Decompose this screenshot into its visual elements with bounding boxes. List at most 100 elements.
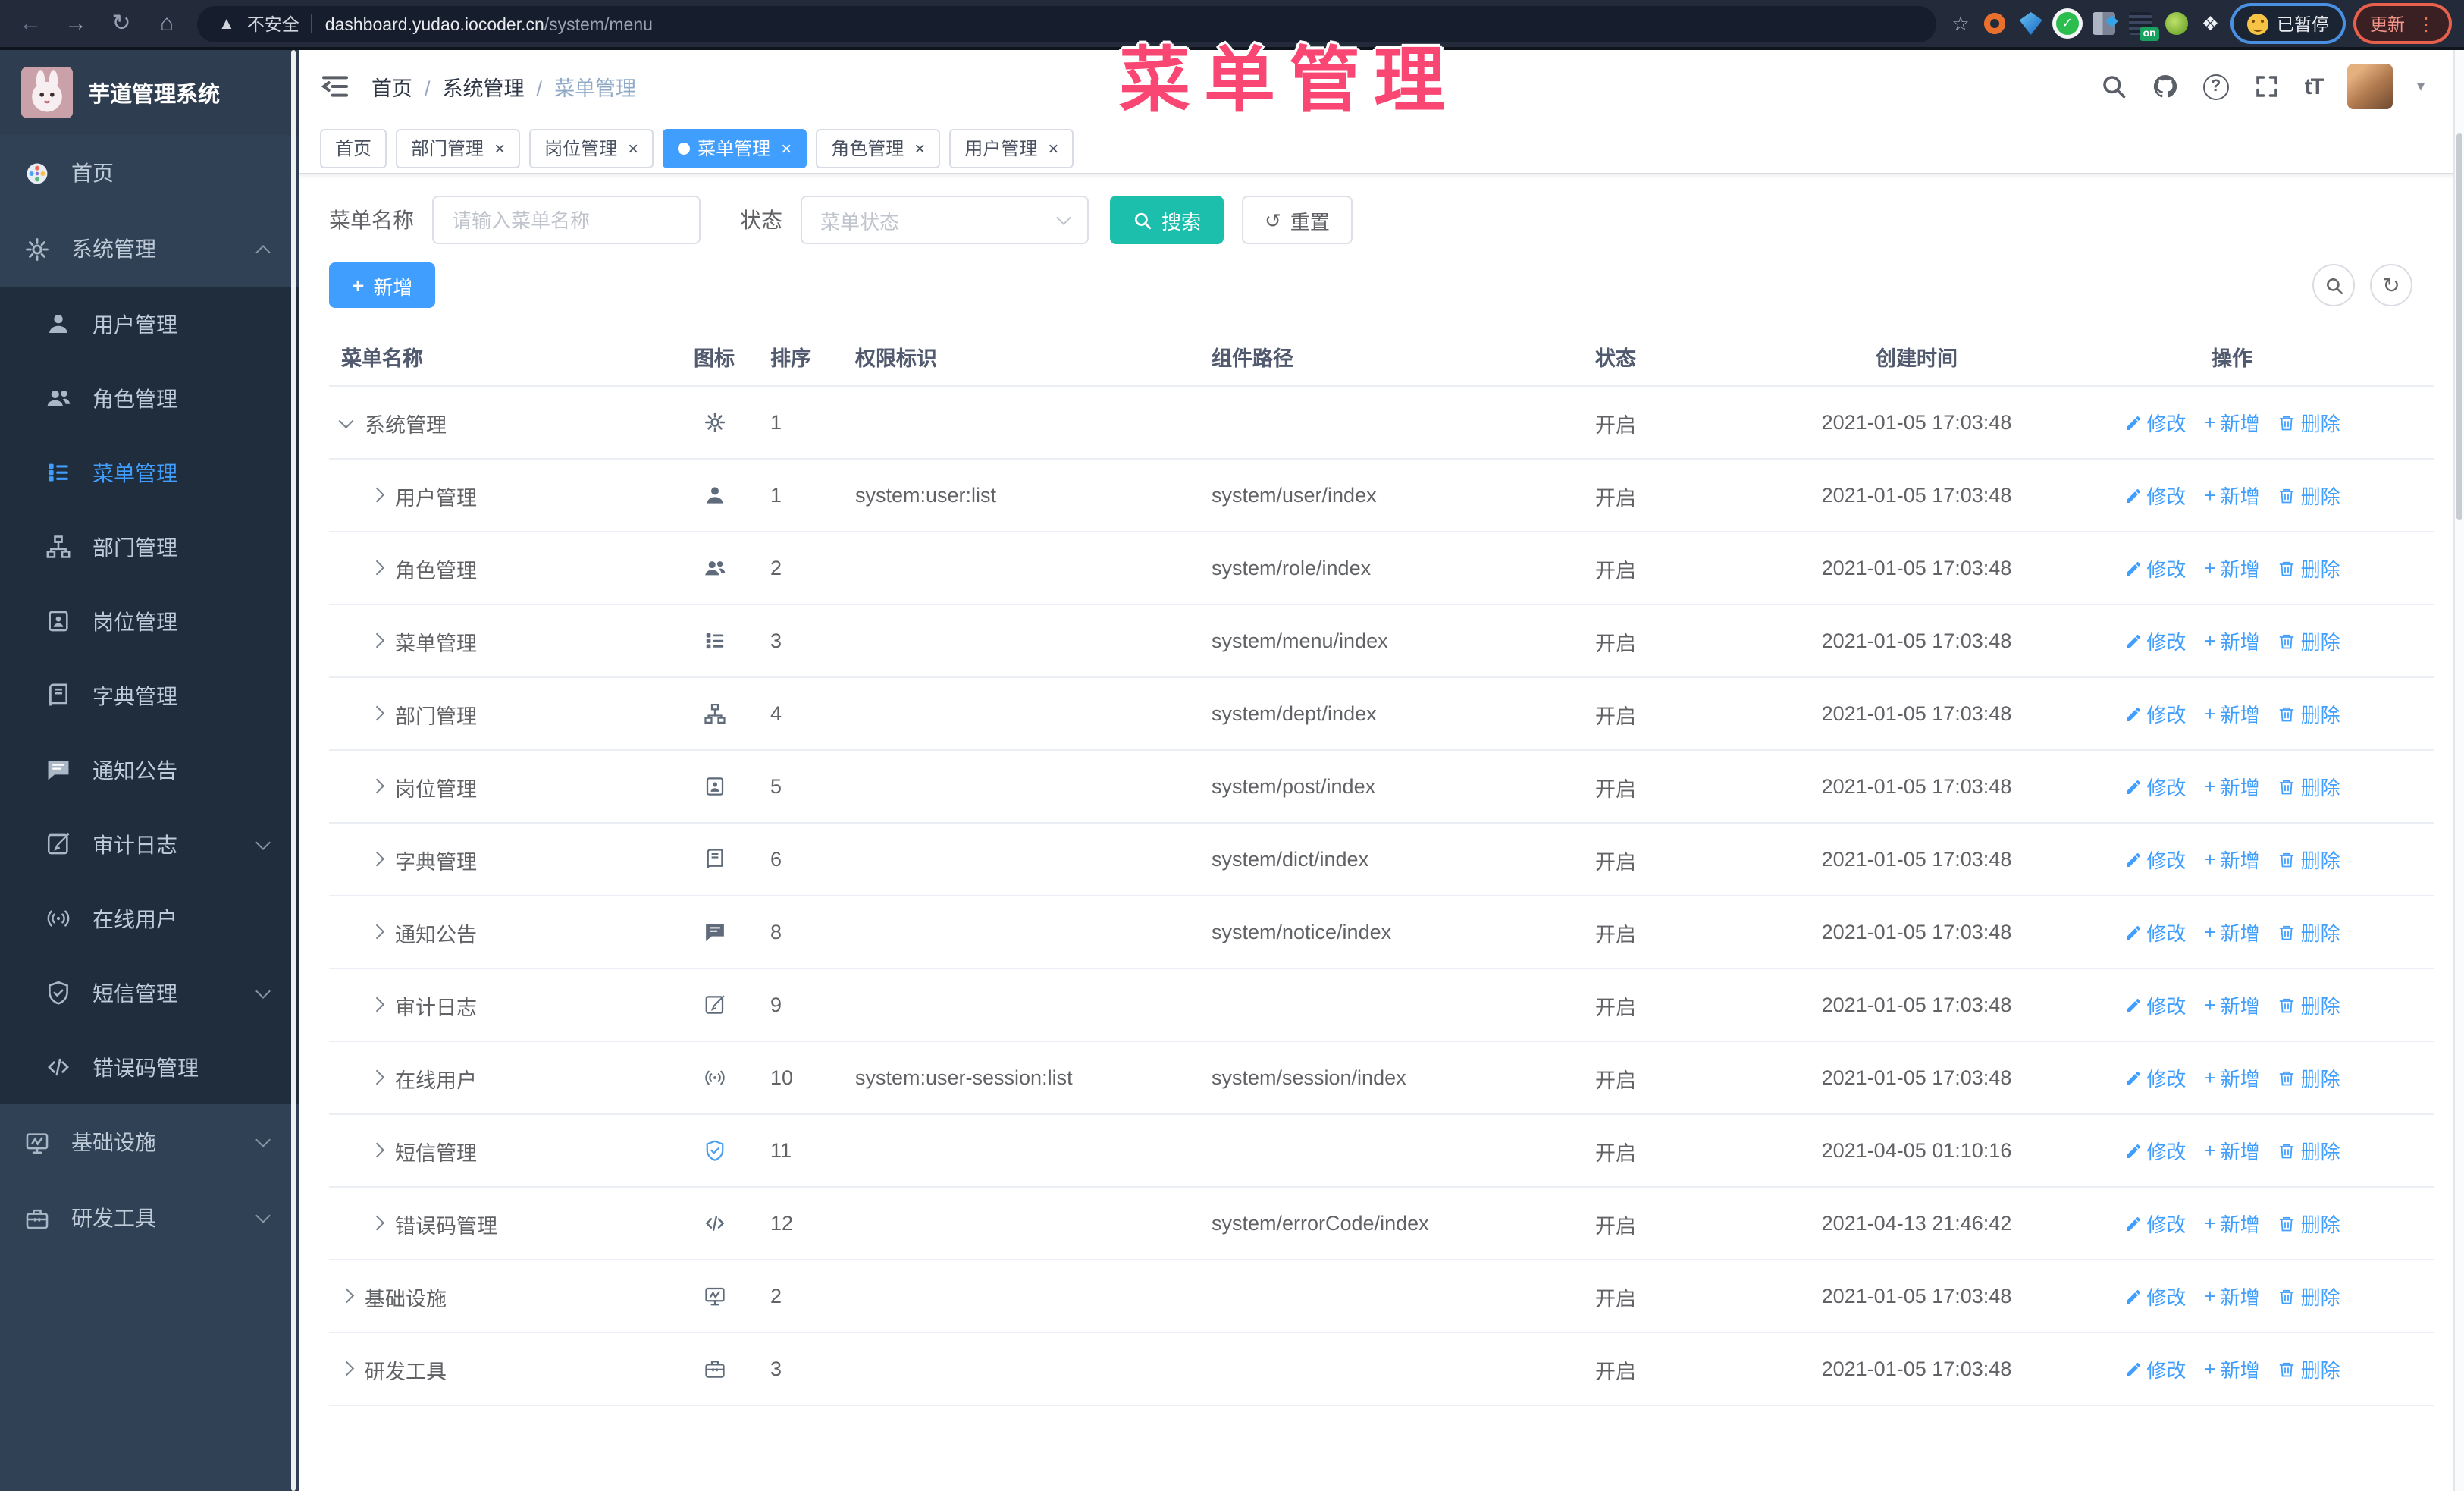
close-tab-icon[interactable]: × (914, 139, 925, 157)
reset-button[interactable]: ↺ 重置 (1242, 196, 1353, 244)
expand-arrow-icon[interactable] (339, 1289, 353, 1304)
delete-link[interactable]: 删除 (2278, 1354, 2340, 1383)
delete-link[interactable]: 删除 (2278, 1282, 2340, 1311)
edit-link[interactable]: 修改 (2124, 481, 2186, 510)
edit-link[interactable]: 修改 (2124, 1063, 2186, 1092)
edit-link[interactable]: 修改 (2124, 1282, 2186, 1311)
expand-arrow-icon[interactable] (369, 1070, 384, 1085)
sidebar-item[interactable]: 首页 (0, 135, 299, 211)
sidebar-item[interactable]: 在线用户 (0, 881, 299, 956)
tab[interactable]: 部门管理 × (396, 128, 521, 168)
edit-link[interactable]: 修改 (2124, 990, 2186, 1019)
browser-reload-icon[interactable]: ↻ (106, 8, 136, 39)
delete-link[interactable]: 删除 (2278, 408, 2340, 437)
font-size-icon[interactable]: tT (2305, 74, 2324, 99)
sidebar-item[interactable]: 字典管理 (0, 658, 299, 733)
expand-arrow-icon[interactable] (339, 1361, 353, 1376)
delete-link[interactable]: 删除 (2278, 554, 2340, 582)
add-child-link[interactable]: + 新增 (2204, 990, 2259, 1019)
delete-link[interactable]: 删除 (2278, 1209, 2340, 1238)
avatar-caret-icon[interactable]: ▾ (2417, 78, 2425, 95)
expand-arrow-icon[interactable] (369, 1216, 384, 1231)
delete-link[interactable]: 删除 (2278, 626, 2340, 655)
extension-adblock-icon[interactable] (1983, 12, 2006, 35)
delete-link[interactable]: 删除 (2278, 1136, 2340, 1165)
sidebar-item[interactable]: 岗位管理 (0, 584, 299, 658)
extension-gem-icon[interactable] (2019, 12, 2042, 35)
user-avatar[interactable] (2346, 64, 2393, 109)
sidebar-scrollbar[interactable] (291, 50, 296, 1491)
add-child-link[interactable]: + 新增 (2204, 1354, 2259, 1383)
github-icon[interactable] (2152, 73, 2179, 100)
page-scrollbar[interactable] (2453, 50, 2464, 1491)
expand-arrow-icon[interactable] (369, 924, 384, 940)
edit-link[interactable]: 修改 (2124, 699, 2186, 728)
close-tab-icon[interactable]: × (781, 139, 792, 157)
breadcrumb-item[interactable]: 菜单管理 (554, 71, 636, 102)
edit-link[interactable]: 修改 (2124, 1209, 2186, 1238)
edit-link[interactable]: 修改 (2124, 1354, 2186, 1383)
refresh-table-button[interactable]: ↻ (2370, 264, 2412, 306)
sidebar-item[interactable]: 错误码管理 (0, 1030, 299, 1104)
expand-arrow-icon[interactable] (369, 706, 384, 721)
tab[interactable]: 角色管理 × (816, 128, 941, 168)
tab[interactable]: 用户管理 × (949, 128, 1074, 168)
sidebar-item[interactable]: 菜单管理 (0, 435, 299, 510)
toggle-search-button[interactable] (2312, 264, 2355, 306)
breadcrumb-item[interactable]: 系统管理 (443, 71, 555, 102)
add-child-link[interactable]: + 新增 (2204, 1136, 2259, 1165)
extension-search-icon[interactable] (2165, 12, 2188, 35)
sidebar-item[interactable]: 用户管理 (0, 287, 299, 361)
sidebar-item[interactable]: 系统管理 (0, 211, 299, 287)
app-logo[interactable]: 芋道管理系统 (0, 50, 299, 135)
close-tab-icon[interactable]: × (1048, 139, 1058, 157)
delete-link[interactable]: 删除 (2278, 699, 2340, 728)
help-icon[interactable]: ? (2202, 74, 2229, 99)
collapse-sidebar-icon[interactable] (320, 71, 350, 102)
tab[interactable]: 菜单管理 × (663, 128, 807, 168)
sidebar-item[interactable]: 基础设施 (0, 1104, 299, 1180)
sidebar-item[interactable]: 短信管理 (0, 956, 299, 1030)
kebab-menu-icon[interactable]: ⋮ (2417, 14, 2435, 33)
edit-link[interactable]: 修改 (2124, 408, 2186, 437)
expand-arrow-icon[interactable] (369, 997, 384, 1012)
add-child-link[interactable]: + 新增 (2204, 481, 2259, 510)
delete-link[interactable]: 删除 (2278, 481, 2340, 510)
expand-arrow-icon[interactable] (369, 560, 384, 576)
sidebar-item[interactable]: 研发工具 (0, 1180, 299, 1256)
menu-name-input[interactable] (432, 196, 701, 244)
add-child-link[interactable]: + 新增 (2204, 772, 2259, 801)
add-child-link[interactable]: + 新增 (2204, 918, 2259, 946)
delete-link[interactable]: 删除 (2278, 990, 2340, 1019)
edit-link[interactable]: 修改 (2124, 845, 2186, 874)
add-child-link[interactable]: + 新增 (2204, 1282, 2259, 1311)
add-child-link[interactable]: + 新增 (2204, 845, 2259, 874)
expand-arrow-icon[interactable] (339, 413, 353, 428)
bookmark-star-icon[interactable]: ☆ (1951, 11, 1969, 36)
sidebar-item[interactable]: 通知公告 (0, 733, 299, 807)
sidebar-item[interactable]: 部门管理 (0, 510, 299, 584)
tab[interactable]: 首页 (320, 128, 387, 168)
close-tab-icon[interactable]: × (628, 139, 638, 157)
delete-link[interactable]: 删除 (2278, 1063, 2340, 1092)
sidebar-item[interactable]: 角色管理 (0, 361, 299, 435)
add-child-link[interactable]: + 新增 (2204, 1209, 2259, 1238)
expand-arrow-icon[interactable] (369, 633, 384, 648)
extensions-puzzle-icon[interactable]: ❖ (2202, 11, 2219, 36)
browser-home-icon[interactable]: ⌂ (152, 8, 182, 39)
search-button[interactable]: 搜索 (1110, 196, 1224, 244)
fullscreen-icon[interactable] (2253, 73, 2281, 100)
tab[interactable]: 岗位管理 × (529, 128, 654, 168)
add-child-link[interactable]: + 新增 (2204, 408, 2259, 437)
edit-link[interactable]: 修改 (2124, 772, 2186, 801)
status-select[interactable]: 菜单状态 (801, 196, 1089, 244)
edit-link[interactable]: 修改 (2124, 554, 2186, 582)
expand-arrow-icon[interactable] (369, 488, 384, 503)
page-scrollbar-thumb[interactable] (2456, 133, 2462, 520)
browser-forward-icon[interactable]: → (61, 8, 91, 39)
search-icon[interactable] (2100, 73, 2127, 100)
extension-switch-icon[interactable]: on (2128, 12, 2159, 41)
chrome-profile-chip[interactable]: 已暂停 (2233, 6, 2343, 41)
delete-link[interactable]: 删除 (2278, 918, 2340, 946)
browser-back-icon[interactable]: ← (15, 8, 45, 39)
